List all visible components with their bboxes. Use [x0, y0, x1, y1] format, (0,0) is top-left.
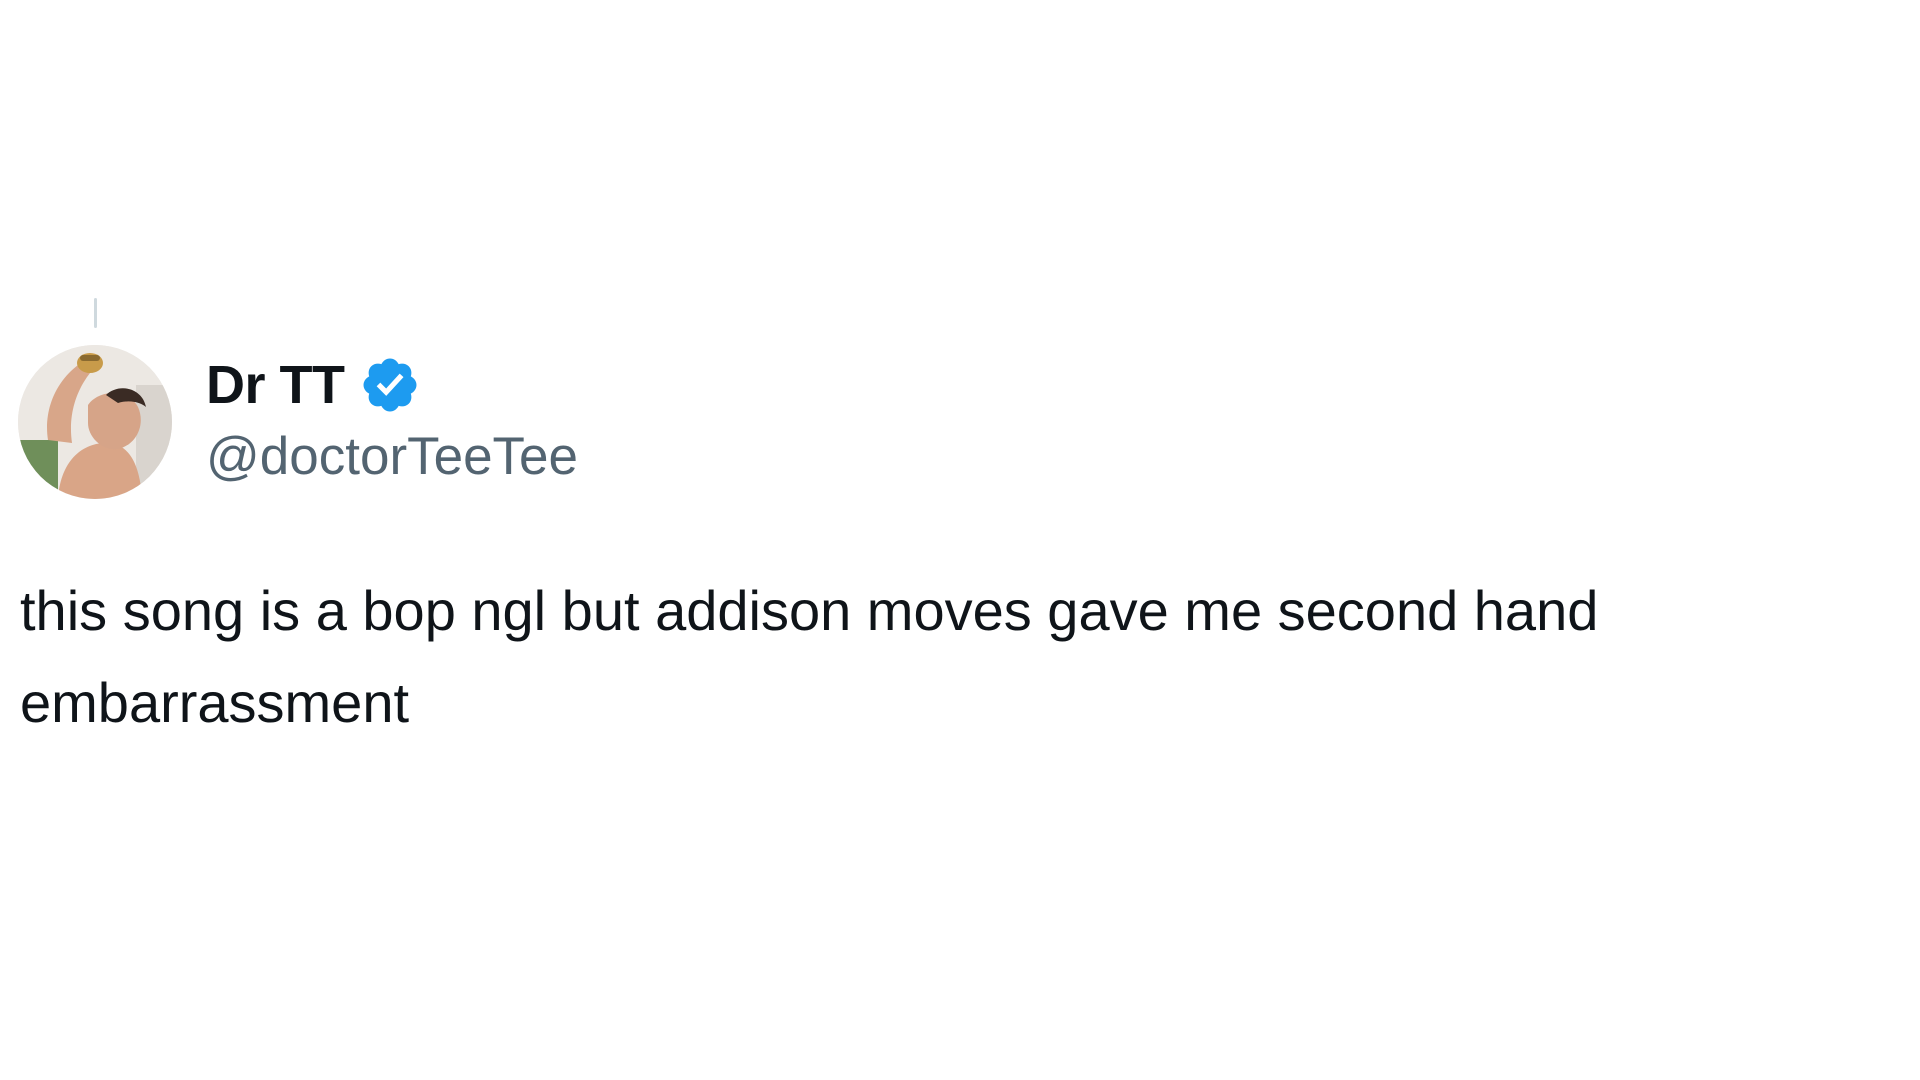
author-display-name[interactable]: Dr TT: [206, 358, 345, 412]
avatar[interactable]: [18, 345, 172, 499]
author-name-row: Dr TT: [206, 350, 421, 420]
thread-connector-line: [94, 298, 97, 328]
tweet-card[interactable]: Dr TT @doctorTeeTee this song is a bop n…: [0, 0, 1920, 1080]
verified-badge-icon[interactable]: [359, 354, 421, 416]
author-handle[interactable]: @doctorTeeTee: [206, 430, 578, 483]
tweet-text: this song is a bop ngl but addison moves…: [20, 579, 1599, 734]
avatar-photo: [18, 345, 172, 499]
